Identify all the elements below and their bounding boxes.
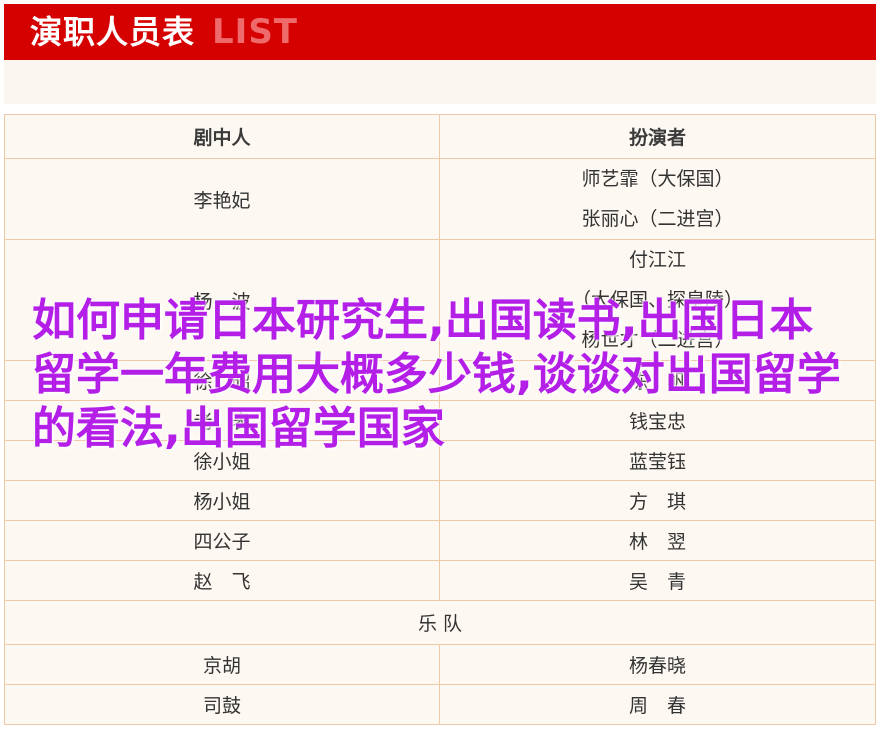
role-cell: 赵 飞 [4, 560, 440, 601]
overlay-headline: 如何申请日本研究生,出国读书,出国日本留学一年费用大概多少钱,谈谈对出国留学的看… [32, 295, 841, 454]
actor-line: 师艺霏（大保国） [581, 168, 734, 190]
actor-line: 付江江 [628, 249, 686, 271]
table-row: 京胡 杨春晓 [4, 644, 876, 685]
table-row: 赵 飞 吴 青 [4, 560, 876, 601]
header-band [4, 60, 876, 104]
actor-cell: 吴 青 [439, 560, 876, 601]
role-cell: 京胡 [4, 644, 440, 685]
page-subtitle: LIST [212, 12, 298, 52]
actor-cell: 方 琪 [439, 480, 876, 521]
column-header-role: 剧中人 [4, 114, 440, 159]
actor-cell: 杨春晓 [439, 644, 876, 685]
role-cell: 四公子 [4, 520, 440, 561]
section-row: 乐 队 [4, 600, 876, 645]
page-title: 演职人员表 [30, 13, 196, 51]
column-header-actor: 扮演者 [439, 114, 876, 159]
table-row: 李艳妃 师艺霏（大保国） 张丽心（二进宫） [4, 158, 876, 240]
actor-cell: 师艺霏（大保国） 张丽心（二进宫） [439, 158, 876, 240]
role-cell: 李艳妃 [4, 158, 440, 240]
actor-cell: 林 翌 [439, 520, 876, 561]
table-header-row: 剧中人 扮演者 [4, 114, 876, 159]
table-row: 杨小姐 方 琪 [4, 480, 876, 521]
section-label: 乐 队 [4, 600, 876, 645]
role-cell: 杨小姐 [4, 480, 440, 521]
header-banner: 演职人员表 LIST [4, 4, 876, 60]
role-cell: 司鼓 [4, 684, 440, 725]
actor-line: 张丽心（二进宫） [581, 208, 734, 230]
table-row: 司鼓 周 春 [4, 684, 876, 725]
table-row: 四公子 林 翌 [4, 520, 876, 561]
actor-cell: 周 春 [439, 684, 876, 725]
